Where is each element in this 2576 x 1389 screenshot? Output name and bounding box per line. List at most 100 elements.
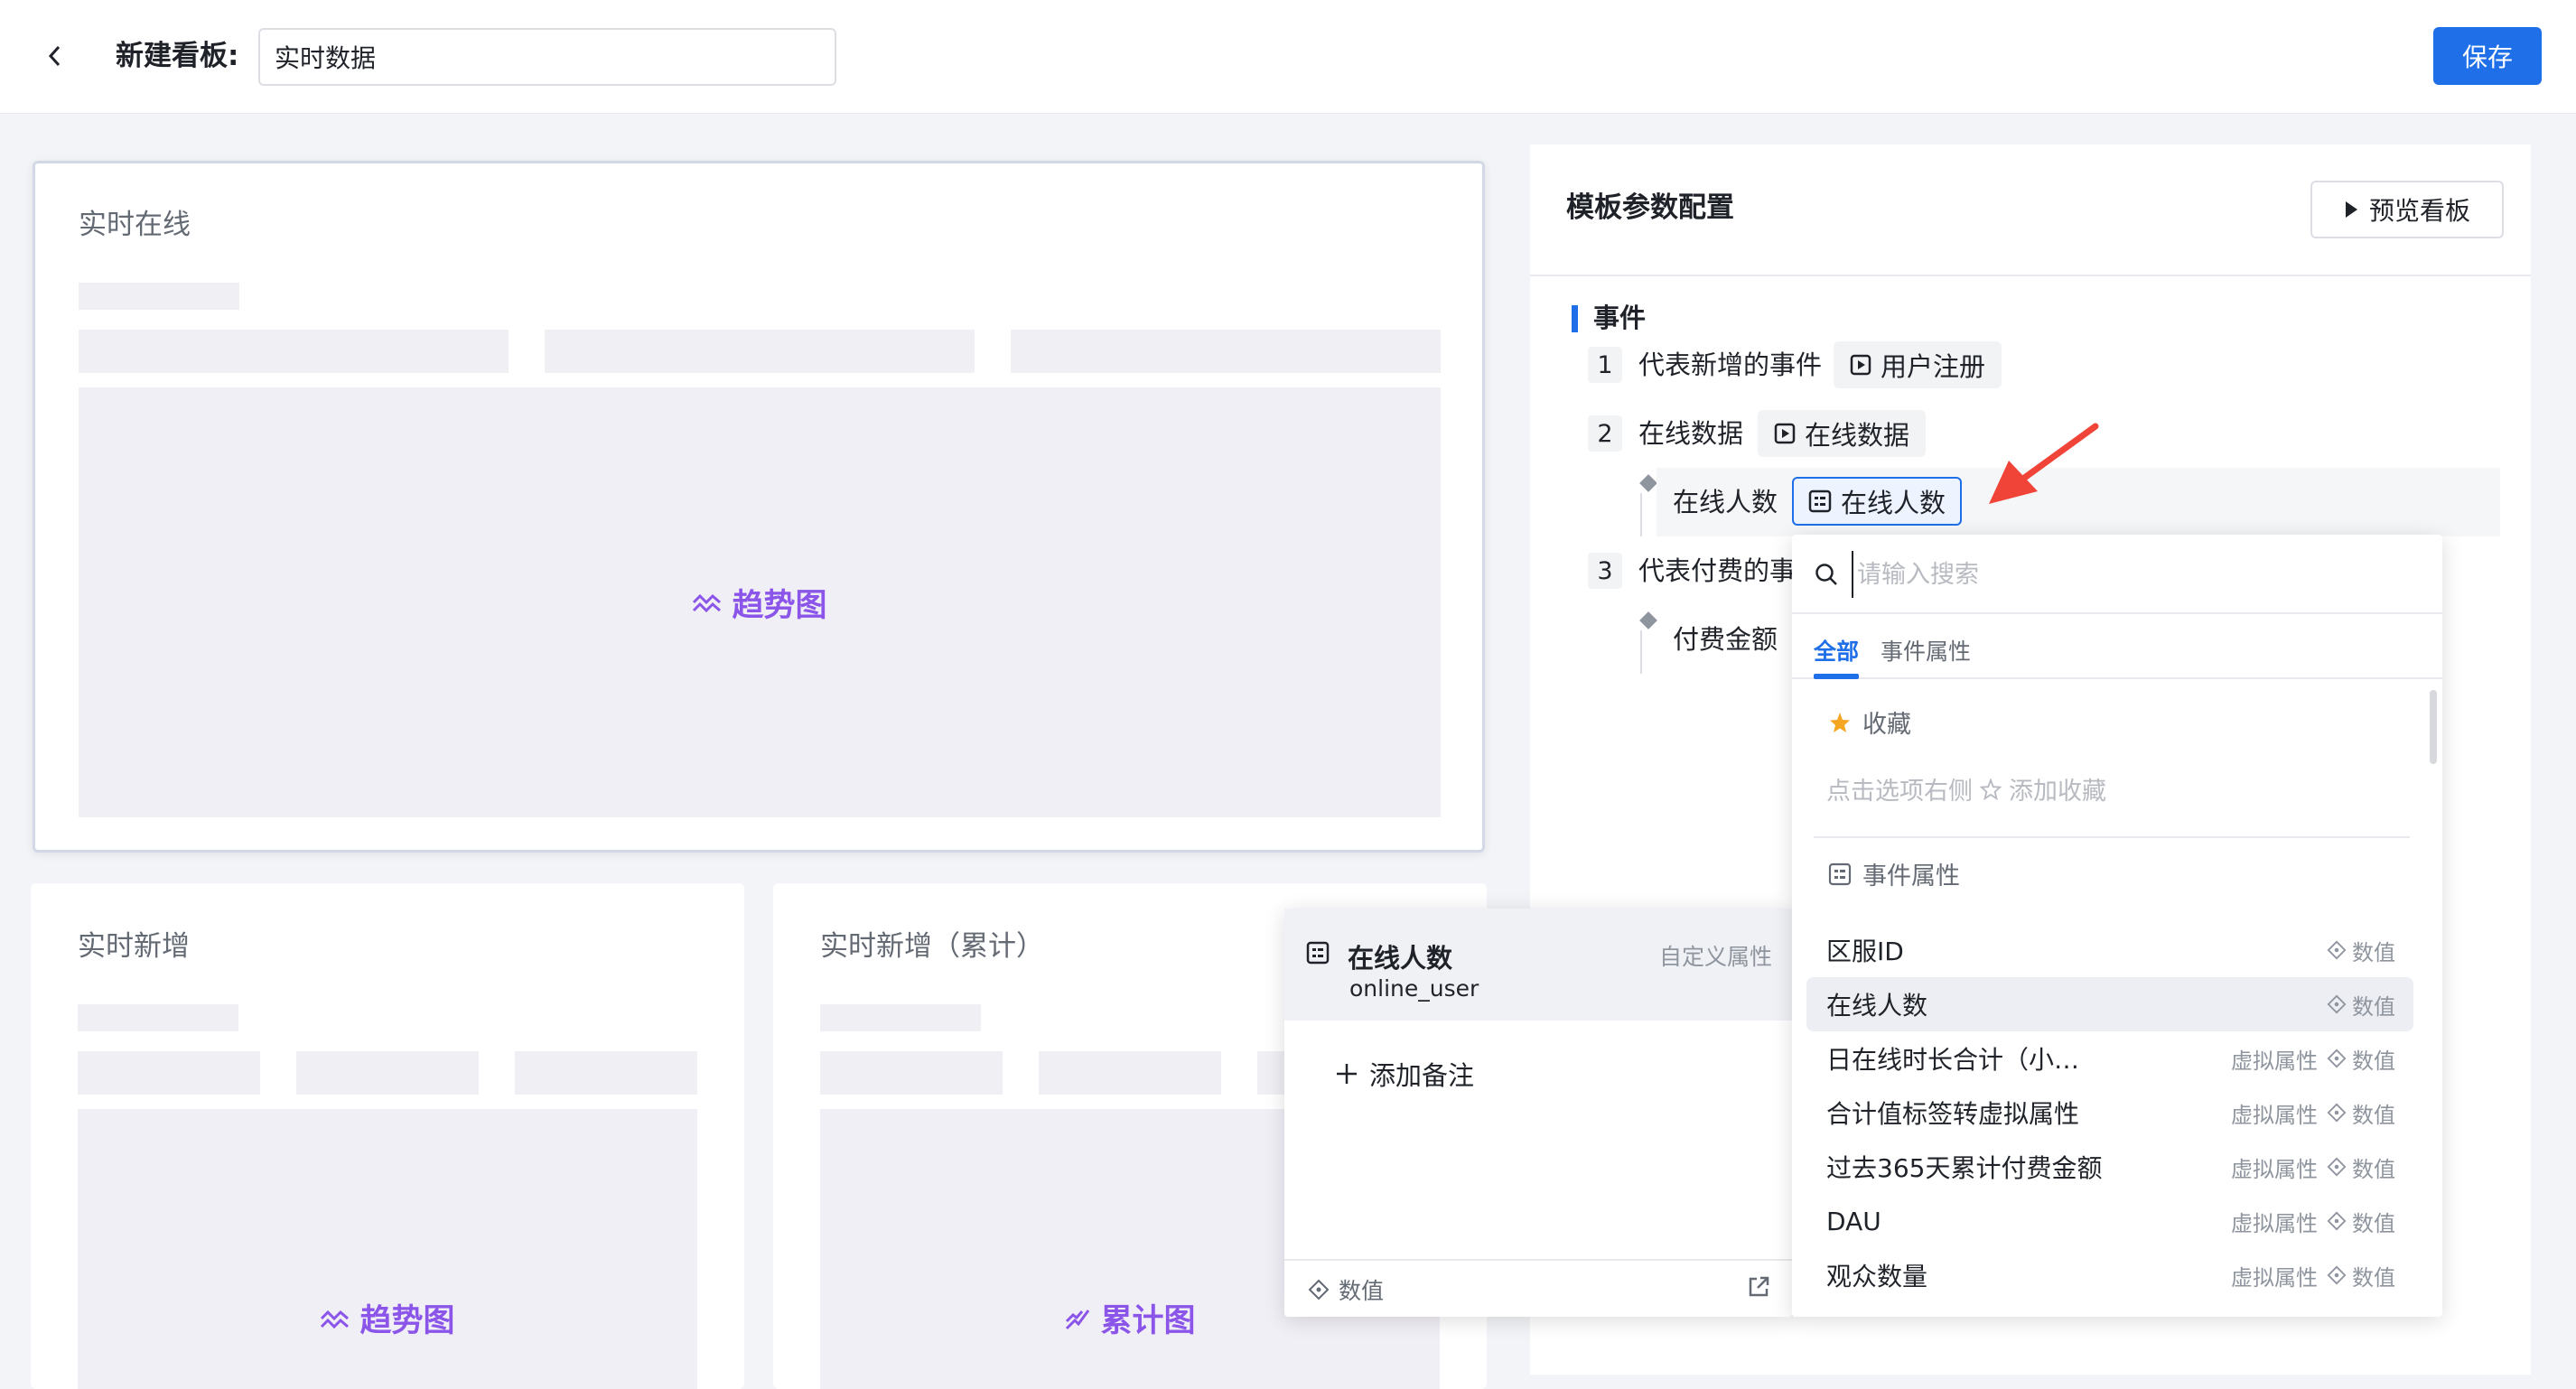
card-title: 实时新增	[78, 930, 190, 963]
skeleton-bar	[296, 1051, 479, 1095]
property-option[interactable]: bat虚拟属性虚拟属性 数值	[1806, 1302, 2413, 1317]
option-type: 数值	[2327, 1206, 2395, 1237]
option-type-text: 数值	[2352, 1102, 2395, 1128]
property-option[interactable]: 过去365天累计付费金额 虚拟属性 数值	[1806, 1140, 2413, 1194]
back-button[interactable]	[42, 40, 69, 72]
option-type-text: 数值	[2352, 1314, 2395, 1318]
property-option[interactable]: DAU 虚拟属性 数值	[1806, 1194, 2413, 1248]
section-title-events: 事件	[1593, 303, 1647, 333]
property-tag-text: 在线人数	[1841, 488, 1946, 518]
card-title: 实时新增（累计）	[820, 930, 1044, 963]
event-label: 代表新增的事件	[1638, 350, 1823, 380]
skeleton-bar	[515, 1051, 697, 1095]
skeleton-bar	[820, 1051, 1003, 1095]
property-option[interactable]: 区服ID 数值	[1806, 923, 2413, 977]
property-option[interactable]: 合计值标签转虚拟属性 虚拟属性 数值	[1806, 1086, 2413, 1140]
skeleton-bar	[79, 330, 509, 373]
number-type-icon	[2327, 1103, 2347, 1123]
option-type: 数值	[2327, 989, 2395, 1021]
property-type: 数值	[1308, 1273, 1384, 1306]
open-external-button[interactable]	[1747, 1275, 1770, 1302]
group-title-text: 事件属性	[1862, 862, 1960, 890]
option-type-text: 数值	[2352, 1156, 2395, 1182]
chart-type-label: 趋势图	[320, 1295, 455, 1341]
chart-type-text: 趋势图	[732, 587, 827, 624]
option-name: 过去365天累计付费金额	[1826, 1153, 2103, 1183]
card-title: 实时在线	[79, 209, 191, 241]
add-note-button[interactable]: 添加备注	[1335, 1055, 1474, 1093]
top-header: 新建看板: 保存	[0, 0, 2576, 114]
favorites-hint: 点击选项右侧 添加收藏	[1826, 771, 2106, 806]
property-info-footer: 数值	[1284, 1259, 1792, 1317]
property-info-header: 在线人数 online_user 自定义属性	[1284, 909, 1792, 1021]
skeleton-bar	[78, 1004, 238, 1031]
property-type-text: 数值	[1339, 1278, 1385, 1304]
plus-icon	[1337, 1064, 1357, 1084]
event-number: 3	[1588, 553, 1622, 589]
property-name: 在线人数	[1348, 943, 1453, 974]
preview-label: 预览看板	[2368, 196, 2470, 226]
number-type-icon	[2327, 1049, 2347, 1068]
option-type: 数值	[2327, 1314, 2395, 1318]
favorites-group-title: 收藏	[1828, 704, 1911, 740]
preview-board-button[interactable]: 预览看板	[2310, 181, 2504, 238]
skeleton-bar	[1011, 330, 1441, 373]
favorites-hint-suffix: 添加收藏	[2009, 778, 2106, 806]
skeleton-bar	[1039, 1051, 1221, 1095]
event-tag-user-register[interactable]: 用户注册	[1834, 341, 2002, 388]
event-tag-text: 用户注册	[1881, 351, 1986, 382]
number-type-icon	[2327, 1211, 2347, 1231]
skeleton-bar	[545, 330, 975, 373]
option-name: bat虚拟属性	[1826, 1311, 2231, 1317]
option-type-text: 数值	[2352, 993, 2395, 1020]
property-select-dropdown: 全部 事件属性 收藏 点击选项右侧 添加收藏 事件属性 区服ID数值在线人数数值…	[1792, 535, 2442, 1317]
favorites-hint-prefix: 点击选项右侧	[1826, 778, 1973, 806]
play-icon	[2345, 201, 2357, 218]
property-icon	[1828, 862, 1852, 885]
tree-line	[1640, 493, 1642, 536]
scrollbar[interactable]	[2430, 690, 2437, 764]
property-option[interactable]: 观众数量 虚拟属性 数值	[1806, 1248, 2413, 1302]
option-name: 区服ID	[1826, 937, 1904, 966]
search-input[interactable]	[1852, 551, 2412, 598]
option-virtual-badge: 虚拟属性	[2231, 1156, 2318, 1182]
active-tab-indicator	[1814, 674, 1859, 679]
event-icon	[1850, 354, 1871, 376]
option-type: 数值	[2327, 1260, 2395, 1291]
property-tag-online-users[interactable]: 在线人数	[1792, 477, 1963, 526]
tab-event-properties[interactable]: 事件属性	[1881, 634, 1971, 667]
board-name-input[interactable]	[258, 28, 836, 86]
save-button[interactable]: 保存	[2433, 27, 2542, 85]
option-name: DAU	[1826, 1206, 1881, 1236]
property-option[interactable]: 日在线时长合计（小… 虚拟属性 数值	[1806, 1031, 2413, 1086]
property-label: 在线人数	[1673, 487, 1778, 517]
property-icon	[1808, 489, 1832, 513]
tree-line	[1640, 630, 1642, 674]
event-icon	[1774, 423, 1796, 444]
dropdown-search	[1792, 535, 2442, 614]
page-title-text: 新建看板	[116, 40, 228, 72]
tab-all[interactable]: 全部	[1814, 634, 1859, 667]
card-realtime-online[interactable]: 实时在线 趋势图	[33, 161, 1485, 853]
option-type: 数值	[2327, 1097, 2395, 1129]
star-outline-icon	[1980, 778, 2002, 800]
number-type-icon	[2327, 940, 2347, 960]
cumulative-icon	[1066, 1309, 1090, 1329]
property-option[interactable]: 在线人数 数值	[1806, 977, 2413, 1031]
option-type: 数值	[2327, 1043, 2395, 1075]
favorites-title-text: 收藏	[1862, 711, 1911, 739]
option-virtual-badge: 虚拟属性	[2231, 1210, 2318, 1236]
panel-title: 模板参数配置	[1566, 191, 1734, 224]
card-realtime-new[interactable]: 实时新增 趋势图	[31, 883, 744, 1389]
dropdown-divider	[1814, 836, 2410, 838]
option-name: 在线人数	[1826, 991, 1928, 1021]
annotation-arrow-icon	[1989, 423, 2099, 504]
property-label: 付费金额	[1673, 624, 1778, 655]
event-tag-online-data[interactable]: 在线数据	[1758, 410, 1927, 457]
event-tag-text: 在线数据	[1805, 420, 1910, 451]
number-type-icon	[2327, 1157, 2347, 1177]
chart-type-label: 累计图	[1064, 1295, 1196, 1341]
event-properties-group-title: 事件属性	[1828, 856, 1960, 891]
page-title: 新建看板:	[116, 34, 238, 78]
chart-type-text: 累计图	[1100, 1303, 1196, 1339]
